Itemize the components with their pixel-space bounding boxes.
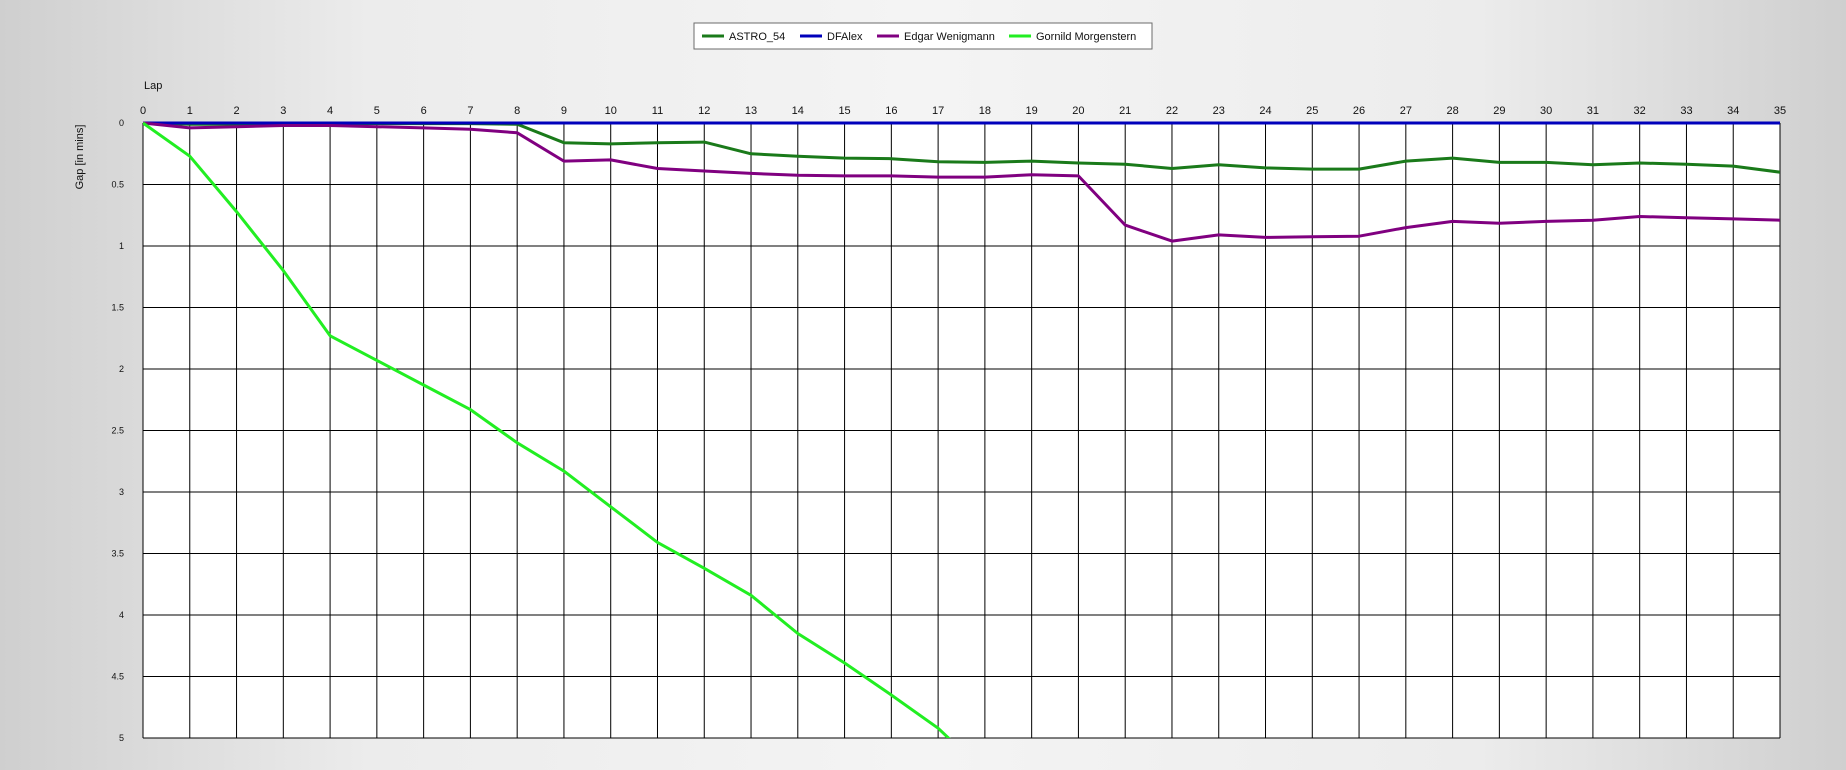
x-tick-label: 6 xyxy=(421,105,427,117)
x-tick-label: 22 xyxy=(1166,105,1178,117)
x-tick-label: 7 xyxy=(467,105,473,117)
x-tick-label: 27 xyxy=(1400,105,1412,117)
y-axis-label: Gap [in mins] xyxy=(74,125,86,190)
x-tick-label: 0 xyxy=(140,105,146,117)
x-tick-label: 29 xyxy=(1493,105,1505,117)
x-tick-label: 28 xyxy=(1446,105,1458,117)
legend-label: DFAlex xyxy=(827,31,863,43)
x-tick-label: 18 xyxy=(979,105,991,117)
y-tick-label: 1 xyxy=(119,241,124,251)
y-tick-label: 1.5 xyxy=(111,303,124,313)
x-tick-label: 5 xyxy=(374,105,380,117)
y-tick-label: 0.5 xyxy=(111,180,124,190)
x-tick-label: 14 xyxy=(792,105,804,117)
x-tick-label: 12 xyxy=(698,105,710,117)
x-tick-label: 17 xyxy=(932,105,944,117)
x-tick-label: 25 xyxy=(1306,105,1318,117)
y-tick-labels: 0 0.5 1 1.5 2 2.5 3 3.5 4 4.5 5 xyxy=(111,118,124,743)
legend-label: Edgar Wenigmann xyxy=(904,31,995,43)
x-tick-label: 30 xyxy=(1540,105,1552,117)
x-tick-label: 9 xyxy=(561,105,567,117)
x-tick-label: 10 xyxy=(605,105,617,117)
x-tick-label: 19 xyxy=(1026,105,1038,117)
y-tick-label: 5 xyxy=(119,733,124,743)
legend: ASTRO_54 DFAlex Edgar Wenigmann Gornild Mor… xyxy=(693,22,1153,50)
x-tick-label: 4 xyxy=(327,105,333,117)
x-tick-label: 35 xyxy=(1774,105,1786,117)
gap-chart: ASTRO_54 DFAlex Edgar Wenigmann Gornild Mor… xyxy=(74,22,1786,743)
x-tick-label: 32 xyxy=(1634,105,1646,117)
legend-label: Gornild Morgenstern xyxy=(1036,31,1136,43)
x-axis-label: Lap xyxy=(144,80,162,92)
x-tick-label: 31 xyxy=(1587,105,1599,117)
legend-label: ASTRO_54 xyxy=(729,31,785,43)
x-tick-labels: 0 1 2 3 4 5 6 7 8 9 10 11 12 13 14 15 16 17 18 19 20 21 22 23 24… xyxy=(140,105,1786,117)
x-tick-label: 8 xyxy=(514,105,520,117)
y-tick-label: 4.5 xyxy=(111,672,124,682)
x-tick-label: 11 xyxy=(652,105,663,117)
x-tick-label: 2 xyxy=(233,105,239,117)
x-tick-label: 3 xyxy=(280,105,286,117)
x-tick-label: 16 xyxy=(885,105,897,117)
y-tick-label: 4 xyxy=(119,610,124,620)
y-tick-label: 2.5 xyxy=(111,426,124,436)
x-tick-label: 33 xyxy=(1680,105,1692,117)
x-tick-label: 1 xyxy=(187,105,193,117)
x-tick-label: 20 xyxy=(1072,105,1084,117)
x-tick-label: 13 xyxy=(745,105,757,117)
y-tick-label: 3 xyxy=(119,487,124,497)
x-tick-label: 34 xyxy=(1727,105,1739,117)
y-tick-label: 0 xyxy=(119,118,124,128)
x-tick-label: 23 xyxy=(1213,105,1225,117)
y-tick-label: 3.5 xyxy=(111,549,124,559)
x-tick-label: 26 xyxy=(1353,105,1365,117)
y-tick-label: 2 xyxy=(119,364,124,374)
x-tick-label: 24 xyxy=(1259,105,1271,117)
x-tick-label: 15 xyxy=(838,105,850,117)
x-tick-label: 21 xyxy=(1119,105,1131,117)
